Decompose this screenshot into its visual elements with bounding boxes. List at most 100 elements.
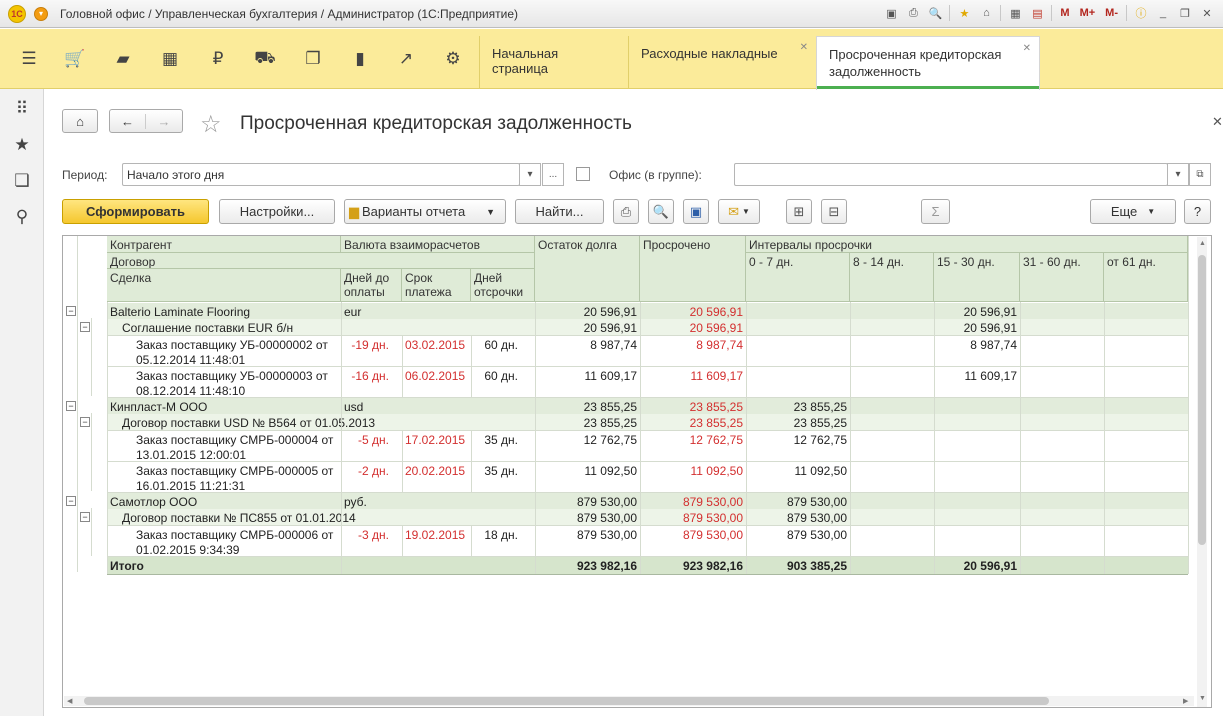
collapse-group-icon[interactable]: − [66,401,76,411]
memory-plus-button[interactable]: M+ [1078,5,1098,21]
apps-grid-icon[interactable]: ⠿ [0,91,44,127]
warehouse-icon[interactable]: ▦ [147,29,193,89]
tab-sales-invoices[interactable]: Расходные накладные ✕ [628,36,816,89]
history-icon[interactable]: ❏ [0,163,44,199]
collapse-group-icon[interactable]: − [80,512,90,522]
grid-line [535,302,536,574]
minimize-icon[interactable]: _ [1155,5,1171,21]
period-select-button[interactable]: ... [542,163,564,186]
save-button[interactable]: ▣ [683,199,709,224]
header-deal: Сделка [107,269,341,302]
generate-button[interactable]: Сформировать [62,199,209,224]
reports-icon[interactable]: ▮ [337,29,383,89]
header-interval-61: от 61 дн. [1104,253,1188,302]
preview-icon: 🔍 [652,203,670,219]
favorites-star-icon[interactable]: ★ [0,127,44,163]
envelope-icon: ✉ [728,203,739,219]
menu-icon[interactable]: ☰ [6,29,52,89]
tab-home-page[interactable]: Начальная страница [479,36,627,89]
row-interval-0-7: 12 762,75 [793,433,847,447]
grid-line [107,492,1188,493]
grid-line [746,302,747,574]
row-due-date: 19.02.2015 [405,528,466,542]
scrollbar-thumb[interactable] [1198,255,1206,545]
close-icon[interactable]: ✕ [1199,5,1215,21]
print-icon[interactable]: ⎙ [905,5,921,21]
restore-icon[interactable]: ❐ [1177,5,1193,21]
printer-icon: ⎙ [620,203,632,219]
collapse-group-icon[interactable]: − [66,306,76,316]
horizontal-scrollbar[interactable]: ◀ ▶ [64,696,1194,706]
gutter-line [91,413,92,491]
analytics-icon[interactable]: ↗ [383,29,429,89]
info-icon[interactable]: ⓘ [1133,5,1149,21]
close-icon[interactable]: ✕ [1023,43,1031,54]
grid-line [341,302,342,574]
scroll-right-icon[interactable]: ▶ [1183,697,1188,705]
row-balance: 12 762,75 [583,433,637,447]
print-button[interactable]: ⎙ [613,199,639,224]
header-days-to-pay: Дней до оплаты [341,269,402,302]
help-button[interactable]: ? [1184,199,1211,224]
main-menu-icon[interactable]: ▾ [34,6,48,21]
scroll-left-icon[interactable]: ◀ [67,697,72,705]
back-arrow-icon[interactable]: ← [110,113,146,129]
tab-overdue-payables[interactable]: Просроченная кредиторская задолженность … [816,36,1040,90]
home-icon[interactable]: ⌂ [978,5,994,21]
favorite-star-icon[interactable]: ☆ [200,110,222,139]
collapse-group-icon[interactable]: − [80,322,90,332]
page-title: Просроченная кредиторская задолженность [240,113,632,134]
total-overdue: 923 982,16 [682,559,743,573]
truck-icon[interactable]: ⛟ [242,29,288,89]
collapse-groups-button[interactable]: ⊟ [821,199,847,224]
calculator-icon[interactable]: ▦ [1007,5,1023,21]
scroll-down-icon[interactable]: ▼ [1199,695,1206,702]
search-icon[interactable]: ⚲ [0,199,44,235]
vertical-scrollbar[interactable]: ▲ ▼ [1197,237,1207,707]
home-button[interactable]: ⌂ [62,109,98,133]
email-button[interactable]: ✉ ▼ [718,199,760,224]
collapse-group-icon[interactable]: − [80,417,90,427]
header-intervals: Интервалы просрочки [746,236,1188,253]
row-interval-0-7: 11 092,50 [794,464,848,478]
sigma-icon: Σ [931,204,940,219]
close-icon[interactable]: ✕ [1212,114,1223,130]
cart-icon[interactable]: 🛒 [52,29,98,89]
memory-minus-button[interactable]: M- [1103,5,1120,21]
preview-button[interactable]: 🔍 [648,199,674,224]
bag-icon[interactable]: ▰ [100,29,146,89]
expand-groups-button[interactable]: ⊞ [786,199,812,224]
report-variants-button[interactable]: ▆ Варианты отчета ▼ [344,199,506,224]
preview-icon[interactable]: 🔍 [927,5,943,21]
expand-icon: ⊞ [793,203,805,219]
memory-button[interactable]: M [1058,5,1071,21]
save-icon[interactable]: ▣ [883,5,899,21]
row-overdue: 8 987,74 [696,338,743,352]
office-open-icon[interactable]: ⧉ [1189,163,1211,186]
close-icon[interactable]: ✕ [800,42,808,53]
more-button[interactable]: Еще ▼ [1090,199,1176,224]
find-button[interactable]: Найти... [515,199,604,224]
sum-button[interactable]: Σ [921,199,950,224]
report-spreadsheet[interactable]: Контрагент Валюта взаиморасчетов Договор… [62,235,1212,708]
forward-arrow-icon[interactable]: → [146,114,182,129]
documents-icon[interactable]: ❐ [290,29,336,89]
row-due-date: 17.02.2015 [405,433,466,447]
favorite-icon[interactable]: ★ [956,5,972,21]
scroll-up-icon[interactable]: ▲ [1199,240,1206,247]
office-input[interactable] [734,163,1168,186]
period-input[interactable]: Начало этого дня [122,163,520,186]
collapse-group-icon[interactable]: − [66,496,76,506]
tab-label: Расходные накладные [641,46,778,61]
grid-line [107,556,1188,557]
calendar-icon[interactable]: ▤ [1029,5,1045,21]
row-due-date: 20.02.2015 [405,464,466,478]
office-dropdown-icon[interactable]: ▾ [1167,163,1189,186]
finance-icon[interactable]: ₽ [195,29,241,89]
period-dropdown-icon[interactable]: ▾ [519,163,541,186]
row-days-to-pay: -5 дн. [358,433,389,447]
scrollbar-thumb[interactable] [84,697,1049,705]
settings-icon[interactable]: ⚙ [430,29,476,89]
office-checkbox[interactable] [576,167,590,181]
settings-button[interactable]: Настройки... [219,199,335,224]
